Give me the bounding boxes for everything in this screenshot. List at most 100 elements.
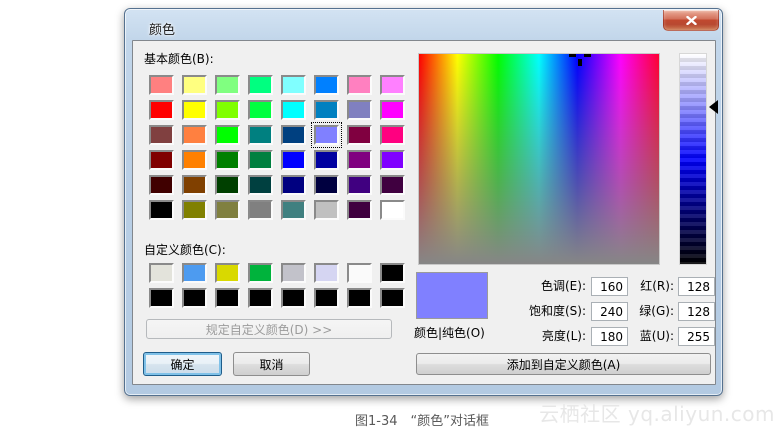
green-input[interactable] (678, 302, 715, 321)
color-swatch[interactable] (281, 150, 306, 170)
color-swatch[interactable] (248, 263, 273, 283)
color-swatch[interactable] (149, 75, 174, 95)
dialog-client-area: 基本颜色(B): 自定义颜色(C): 规定自定义颜色(D) >> 确定 取消 颜… (132, 40, 718, 385)
color-swatch[interactable] (281, 288, 306, 308)
color-swatch[interactable] (149, 263, 174, 283)
color-swatch[interactable] (347, 263, 372, 283)
figure-caption: 图1-34 “颜色”对话框 (355, 414, 489, 429)
watermark-text: 云栖社区 yq.aliyun.com (539, 402, 775, 426)
luminance-label: 亮度(L): (541, 329, 586, 343)
swatch-row (149, 288, 405, 308)
titlebar[interactable]: 颜色 (125, 9, 722, 40)
hue-label: 色调(E): (541, 279, 586, 293)
custom-colors-label: 自定义颜色(C): (144, 243, 226, 257)
green-label: 绿(G): (639, 304, 674, 318)
color-swatch[interactable] (182, 175, 207, 195)
luminance-slider[interactable] (679, 53, 707, 265)
color-swatch[interactable] (215, 175, 240, 195)
color-swatch[interactable] (248, 288, 273, 308)
define-custom-colors-button[interactable]: 规定自定义颜色(D) >> (146, 319, 392, 339)
color-swatch[interactable] (149, 175, 174, 195)
color-swatch[interactable] (281, 100, 306, 120)
color-swatch[interactable] (149, 125, 174, 145)
color-swatch[interactable] (347, 100, 372, 120)
color-swatch[interactable] (149, 150, 174, 170)
color-crosshair-icon[interactable] (569, 54, 591, 66)
blue-label: 蓝(U): (639, 329, 674, 343)
cancel-button[interactable]: 取消 (233, 352, 310, 376)
color-swatch[interactable] (281, 263, 306, 283)
color-swatch[interactable] (380, 288, 405, 308)
color-swatch[interactable] (248, 175, 273, 195)
color-swatch[interactable] (182, 125, 207, 145)
swatch-row (149, 200, 405, 220)
color-swatch[interactable] (380, 75, 405, 95)
color-swatch[interactable] (347, 75, 372, 95)
color-swatch[interactable] (281, 125, 306, 145)
color-swatch[interactable] (281, 175, 306, 195)
color-swatch[interactable] (311, 122, 342, 148)
color-swatch[interactable] (314, 288, 339, 308)
color-swatch[interactable] (380, 200, 405, 220)
swatch-row (149, 263, 405, 283)
ok-button[interactable]: 确定 (143, 352, 222, 376)
color-swatch[interactable] (182, 100, 207, 120)
color-swatch[interactable] (314, 175, 339, 195)
color-swatch[interactable] (380, 263, 405, 283)
color-swatch[interactable] (248, 150, 273, 170)
saturation-input[interactable] (591, 302, 628, 321)
hue-input[interactable] (591, 277, 628, 296)
color-swatch[interactable] (248, 125, 273, 145)
color-swatch[interactable] (149, 100, 174, 120)
color-swatch[interactable] (248, 75, 273, 95)
color-swatch[interactable] (314, 75, 339, 95)
swatch-row (149, 150, 405, 170)
color-swatch[interactable] (347, 125, 372, 145)
color-swatch[interactable] (281, 200, 306, 220)
color-swatch[interactable] (347, 150, 372, 170)
color-swatch[interactable] (215, 200, 240, 220)
color-swatch[interactable] (182, 200, 207, 220)
color-swatch[interactable] (182, 75, 207, 95)
color-swatch[interactable] (347, 288, 372, 308)
red-label: 红(R): (640, 279, 674, 293)
color-swatch[interactable] (248, 100, 273, 120)
swatch-row (149, 175, 405, 195)
color-swatch[interactable] (248, 200, 273, 220)
saturation-label: 饱和度(S): (528, 304, 586, 318)
window-title: 颜色 (149, 23, 176, 38)
color-swatch[interactable] (314, 263, 339, 283)
color-swatch[interactable] (215, 75, 240, 95)
color-swatch[interactable] (182, 150, 207, 170)
color-swatch[interactable] (314, 150, 339, 170)
color-swatch[interactable] (182, 263, 207, 283)
close-button[interactable] (663, 10, 719, 31)
color-swatch[interactable] (314, 100, 339, 120)
color-swatch[interactable] (215, 263, 240, 283)
color-swatch[interactable] (149, 288, 174, 308)
color-swatch[interactable] (380, 100, 405, 120)
color-swatch[interactable] (215, 100, 240, 120)
luminance-input[interactable] (591, 327, 628, 346)
color-swatch[interactable] (347, 175, 372, 195)
close-icon (685, 15, 697, 25)
add-to-custom-colors-button[interactable]: 添加到自定义颜色(A) (416, 353, 711, 375)
color-swatch[interactable] (215, 288, 240, 308)
color-swatch[interactable] (149, 200, 174, 220)
color-swatch[interactable] (182, 288, 207, 308)
color-swatch[interactable] (215, 125, 240, 145)
color-swatch[interactable] (281, 75, 306, 95)
swatch-row (149, 122, 405, 148)
red-input[interactable] (678, 277, 715, 296)
hue-saturation-field[interactable] (418, 53, 660, 265)
basic-colors-label: 基本颜色(B): (144, 52, 214, 66)
color-swatch[interactable] (215, 150, 240, 170)
color-swatch[interactable] (380, 175, 405, 195)
swatch-row (149, 100, 405, 120)
color-swatch[interactable] (380, 125, 405, 145)
blue-input[interactable] (678, 327, 715, 346)
color-swatch[interactable] (314, 200, 339, 220)
luminance-slider-arrow-icon[interactable] (709, 100, 718, 114)
color-swatch[interactable] (380, 150, 405, 170)
color-swatch[interactable] (347, 200, 372, 220)
